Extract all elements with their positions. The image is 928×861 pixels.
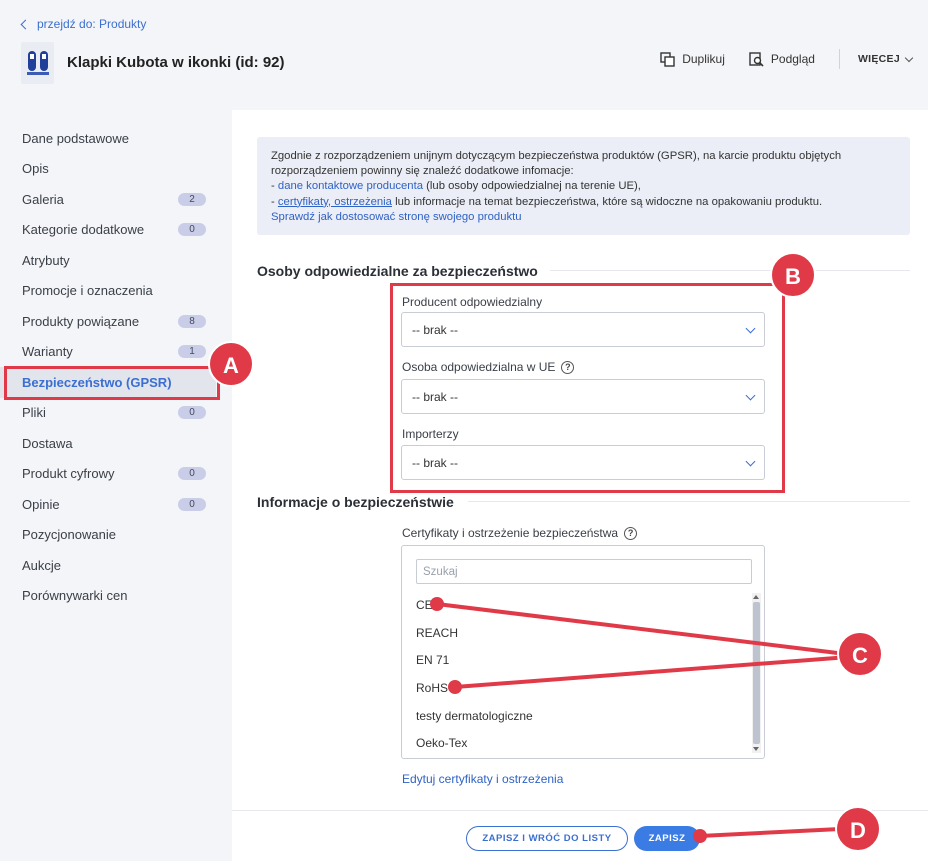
- sidebar-item[interactable]: Aukcje: [0, 550, 232, 581]
- notice-text: Zgodnie z rozporządzeniem unijnym dotycz…: [271, 150, 842, 178]
- section-divider: [550, 270, 910, 271]
- duplicate-label: Duplikuj: [682, 52, 725, 66]
- sidebar-item[interactable]: Opis: [0, 154, 232, 185]
- sidebar-item[interactable]: Dane podstawowe: [0, 123, 232, 154]
- certificate-option[interactable]: CE: [416, 598, 433, 612]
- preview-label: Podgląd: [770, 52, 815, 66]
- sidebar-item-label: Warianty: [22, 344, 73, 360]
- sidebar-item-label: Dane podstawowe: [22, 130, 129, 146]
- sidebar-item-label: Kategorie dodatkowe: [22, 222, 145, 238]
- safety-section-title: Informacje o bezpieczeństwie: [257, 494, 454, 510]
- more-menu-button[interactable]: WIĘCEJ: [857, 53, 914, 65]
- slippers-image-icon: [26, 51, 49, 75]
- gpsr-notice: Zgodnie z rozporządzeniem unijnym dotycz…: [257, 137, 910, 235]
- sidebar-item[interactable]: Porównywarki cen: [0, 581, 232, 612]
- sidebar-item[interactable]: Promocje i oznaczenia: [0, 276, 232, 307]
- toolbar-divider: [838, 49, 840, 69]
- sidebar-item[interactable]: Produkty powiązane 8: [0, 306, 232, 337]
- more-label: WIĘCEJ: [857, 53, 900, 65]
- count-badge: 8: [178, 314, 206, 328]
- sidebar-item[interactable]: Pliki 0: [0, 398, 232, 429]
- producer-contact-link[interactable]: dane kontaktowe producenta: [278, 180, 423, 192]
- help-question-icon[interactable]: ?: [624, 526, 638, 540]
- notice-bullet-2: - certyfikaty, ostrzeżenia lub informacj…: [271, 195, 823, 208]
- edit-certificates-link[interactable]: Edytuj certyfikaty i ostrzeżenia: [402, 772, 563, 786]
- certificate-option[interactable]: REACH: [416, 626, 458, 640]
- sidebar-item-label: Pliki: [22, 405, 46, 421]
- certificates-link[interactable]: certyfikaty, ostrzeżenia: [278, 196, 392, 208]
- certificates-listbox[interactable]: CE REACH EN 71 RoHS testy dermatologiczn…: [401, 545, 765, 759]
- product-thumbnail: [21, 42, 54, 84]
- certificate-option[interactable]: RoHS: [416, 681, 448, 695]
- annotation-marker-a: A: [208, 341, 254, 387]
- duplicate-button[interactable]: Duplikuj: [660, 51, 725, 67]
- annotation-box-b: [390, 283, 785, 493]
- duplicate-icon: [660, 51, 675, 67]
- sidebar-item-label: Opinie: [22, 496, 60, 512]
- save-button[interactable]: ZAPISZ: [634, 826, 700, 851]
- annotation-marker-d: D: [835, 806, 881, 852]
- help-link[interactable]: Sprawdź jak dostosować stronę swojego pr…: [271, 211, 522, 223]
- sidebar-item-label: Produkty powiązane: [22, 313, 140, 329]
- sidebar-item-label: Produkt cyfrowy: [22, 466, 115, 482]
- annotation-marker-b: B: [770, 252, 816, 298]
- sidebar-item[interactable]: Kategorie dodatkowe 0: [0, 215, 232, 246]
- certificates-search-input[interactable]: [416, 559, 752, 584]
- section-divider: [468, 501, 910, 502]
- sidebar-item[interactable]: Warianty 1: [0, 337, 232, 368]
- certificate-option[interactable]: Oeko-Tex: [416, 736, 467, 750]
- sidebar-item-label: Pozycjonowanie: [22, 527, 116, 543]
- scroll-down-arrow-icon[interactable]: [753, 747, 759, 751]
- responsible-section-title: Osoby odpowiedzialne za bezpieczeństwo: [257, 263, 538, 279]
- count-badge: 0: [178, 497, 206, 511]
- preview-button[interactable]: Podgląd: [749, 51, 815, 67]
- page-title: Klapki Kubota w ikonki (id: 92): [67, 54, 285, 71]
- certificate-option[interactable]: testy dermatologiczne: [416, 709, 533, 723]
- count-badge: 2: [178, 192, 206, 206]
- preview-icon: [749, 51, 764, 67]
- sidebar-item[interactable]: Dostawa: [0, 428, 232, 459]
- sidebar-item-label: Dostawa: [22, 435, 73, 451]
- annotation-marker-c: C: [837, 631, 883, 677]
- chevron-left-icon: [20, 19, 31, 29]
- sidebar-item[interactable]: Galeria 2: [0, 184, 232, 215]
- footer-bar: ZAPISZ I WRÓĆ DO LISTY ZAPISZ: [232, 810, 928, 861]
- count-badge: 0: [178, 467, 206, 481]
- count-badge: 0: [178, 223, 206, 237]
- scroll-thumb[interactable]: [753, 602, 760, 744]
- sidebar-item[interactable]: Pozycjonowanie: [0, 520, 232, 551]
- sidebar-item-label: Aukcje: [22, 557, 62, 573]
- sidebar-item-label: Atrybuty: [22, 252, 70, 268]
- save-and-back-button[interactable]: ZAPISZ I WRÓĆ DO LISTY: [466, 826, 628, 851]
- sidebar-item-label: Opis: [22, 161, 49, 177]
- sidebar-item-label: Promocje i oznaczenia: [22, 283, 153, 299]
- certificate-option[interactable]: EN 71: [416, 653, 449, 667]
- sidebar-item[interactable]: Opinie 0: [0, 489, 232, 520]
- certificates-label: Certyfikaty i ostrzeżenie bezpieczeństwa…: [402, 526, 638, 540]
- sidebar-item-label: Porównywarki cen: [22, 588, 128, 604]
- breadcrumb-back-link[interactable]: przejdź do: Produkty: [20, 17, 147, 31]
- chevron-down-icon: [904, 53, 914, 62]
- sidebar-item-label: Galeria: [22, 191, 64, 207]
- scroll-up-arrow-icon[interactable]: [753, 595, 759, 599]
- count-badge: 0: [178, 406, 206, 420]
- listbox-scrollbar[interactable]: [752, 593, 761, 753]
- notice-bullet-1: - dane kontaktowe producenta (lub osoby …: [271, 180, 641, 193]
- count-badge: 1: [178, 345, 206, 359]
- sidebar-item[interactable]: Atrybuty: [0, 245, 232, 276]
- breadcrumb-label: przejdź do: Produkty: [37, 17, 147, 31]
- toolbar: Duplikuj Podgląd WIĘCEJ: [636, 49, 914, 69]
- annotation-box-a: [4, 366, 220, 400]
- sidebar-item[interactable]: Produkt cyfrowy 0: [0, 459, 232, 490]
